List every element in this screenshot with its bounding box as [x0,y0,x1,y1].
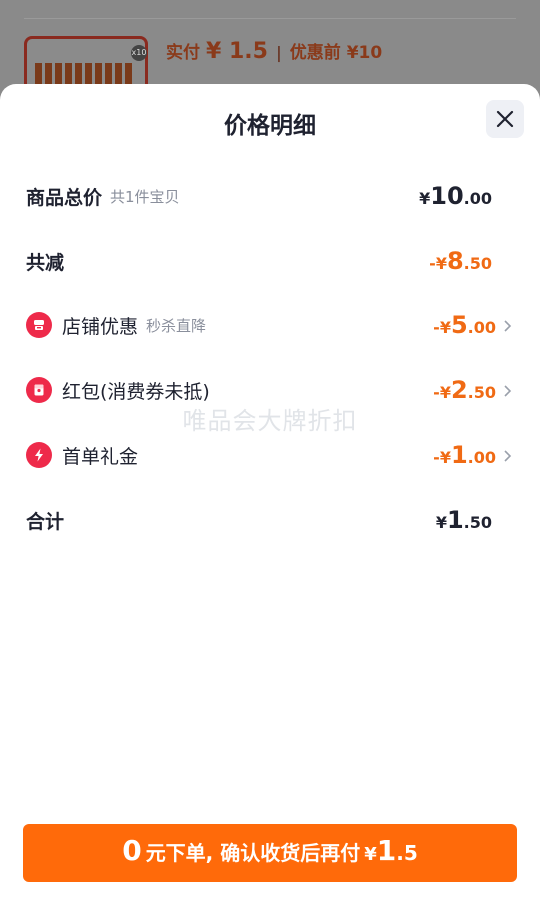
background-price: 实付 ¥ 1.5 | 优惠前 ¥10 [166,38,382,64]
row-total: 商品总价 共1件宝贝 ¥10.00 [26,178,514,214]
sum-label: 合计 [26,510,65,533]
row-reduced: 共减 -¥ 8.50 [26,243,514,279]
price-detail-sheet: 价格明细 商品总价 共1件宝贝 ¥10.00 共减 -¥ 8.50 店铺优惠 秒杀 [0,84,540,904]
product-image [35,63,135,85]
amount-integer: 1 [446,506,464,534]
store-discount-sub: 秒杀直降 [146,316,207,335]
cta-text: 元下单, 确认收货后再付 [145,841,361,865]
store-discount-label: 店铺优惠 [62,315,139,338]
reduced-label: 共减 [26,251,65,274]
chevron-right-icon [504,450,512,462]
chevron-right-icon [504,320,512,332]
store-discount-amount: -¥ 5.00 [433,311,514,339]
first-order-label: 首单礼金 [62,445,139,468]
cta-currency: ¥ [364,844,377,865]
watermark: 唯品会大牌折扣 [182,407,358,435]
amount-integer: 1 [450,441,468,469]
first-order-amount: -¥ 1.00 [433,441,514,469]
lightning-icon [26,442,52,468]
row-first-order-gift[interactable]: 首单礼金 -¥ 1.00 [26,437,514,473]
amount-integer: 2 [450,376,468,404]
price-separator: | [275,43,282,62]
amount-decimal: .00 [463,189,492,208]
red-packet-amount: -¥ 2.50 [433,376,514,404]
paid-value: ¥ 1.5 [206,39,268,64]
cta-pay-integer: 1 [376,834,397,867]
amount-decimal: .50 [463,254,492,273]
amount-integer: 5 [450,311,468,339]
currency-symbol: ¥ [419,189,431,208]
amount-integer: 8 [446,247,464,275]
store-icon [26,312,52,338]
amount-decimal: .50 [467,383,496,402]
currency-symbol: -¥ [433,383,451,402]
cta-zero: 0 [122,834,142,867]
amount-decimal: .00 [467,448,496,467]
amount-decimal: .00 [467,318,496,337]
currency-symbol: -¥ [433,448,451,467]
red-packet-label: 红包(消费券未抵) [62,380,210,403]
amount-decimal: .50 [463,513,492,532]
close-button[interactable] [486,100,524,138]
total-amount: ¥10.00 [419,182,492,210]
currency-symbol: -¥ [433,318,451,337]
red-packet-icon [26,377,52,403]
sheet-title: 价格明细 [224,113,316,139]
chevron-right-icon [504,385,512,397]
paid-label: 实付 [166,43,200,63]
background-strip [24,0,516,19]
row-sum: 合计 ¥1.50 [26,502,514,538]
amount-integer: 10 [430,182,464,210]
total-label: 商品总价 [26,186,103,209]
cta-pay-decimal: .5 [396,841,418,865]
reduced-amount: -¥ 8.50 [429,247,492,275]
currency-symbol: -¥ [429,254,447,273]
currency-symbol: ¥ [435,513,447,532]
quantity-badge: x10 [131,45,147,61]
row-store-discount[interactable]: 店铺优惠 秒杀直降 -¥ 5.00 [26,307,514,343]
before-discount: 优惠前 ¥10 [289,43,383,63]
place-order-button[interactable]: 0 元下单, 确认收货后再付 ¥1.5 [23,824,517,882]
total-count: 共1件宝贝 [110,187,180,206]
close-icon [496,110,514,128]
sum-amount: ¥1.50 [436,506,492,534]
